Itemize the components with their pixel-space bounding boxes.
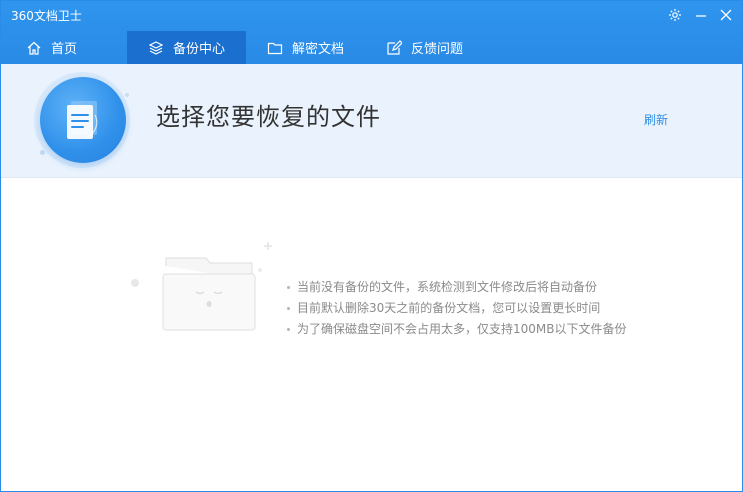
tab-decrypt-docs-label: 解密文档 xyxy=(292,42,345,57)
refresh-link[interactable]: 刷新 xyxy=(644,111,668,128)
app-window: 360文档卫士 首页 备份中心 解密文档 反馈问题 选择您要恢复的文件 刷新 当… xyxy=(0,0,743,492)
layers-icon xyxy=(147,39,165,57)
app-title: 360文档卫士 xyxy=(11,9,82,23)
settings-button[interactable] xyxy=(665,5,685,25)
empty-folder-icon xyxy=(131,242,272,331)
tab-feedback[interactable]: 反馈问题 xyxy=(385,31,485,64)
document-icon xyxy=(67,101,98,139)
tab-backup-center[interactable]: 备份中心 xyxy=(127,31,246,64)
home-icon xyxy=(25,39,43,57)
tip-item: 目前默认删除30天之前的备份文档，您可以设置更长时间 xyxy=(285,298,627,319)
title-bar: 360文档卫士 首页 备份中心 解密文档 反馈问题 xyxy=(1,1,742,64)
page-title: 选择您要恢复的文件 xyxy=(156,103,381,131)
tab-feedback-label: 反馈问题 xyxy=(411,42,464,57)
minimize-icon xyxy=(696,15,706,17)
tab-backup-center-label: 备份中心 xyxy=(173,42,226,57)
main-nav: 首页 备份中心 解密文档 反馈问题 xyxy=(1,31,742,64)
gear-icon xyxy=(669,9,681,21)
page-header: 选择您要恢复的文件 刷新 xyxy=(1,64,742,178)
empty-state-tips: 当前没有备份的文件，系统检测到文件修改后将自动备份 目前默认删除30天之前的备份… xyxy=(285,277,627,340)
folder-icon xyxy=(266,39,284,57)
close-button[interactable] xyxy=(716,5,736,25)
tip-item: 当前没有备份的文件，系统检测到文件修改后将自动备份 xyxy=(285,277,627,298)
tab-home[interactable]: 首页 xyxy=(25,31,107,64)
tip-item: 为了确保磁盘空间不会占用太多，仅支持100MB以下文件备份 xyxy=(285,319,627,340)
decor-dot xyxy=(125,93,129,97)
minimize-button[interactable] xyxy=(691,5,711,25)
tab-decrypt-docs[interactable]: 解密文档 xyxy=(266,31,366,64)
edit-icon xyxy=(385,39,403,57)
decor-dot xyxy=(40,150,45,155)
close-icon xyxy=(720,9,732,21)
tab-home-label: 首页 xyxy=(51,42,78,57)
